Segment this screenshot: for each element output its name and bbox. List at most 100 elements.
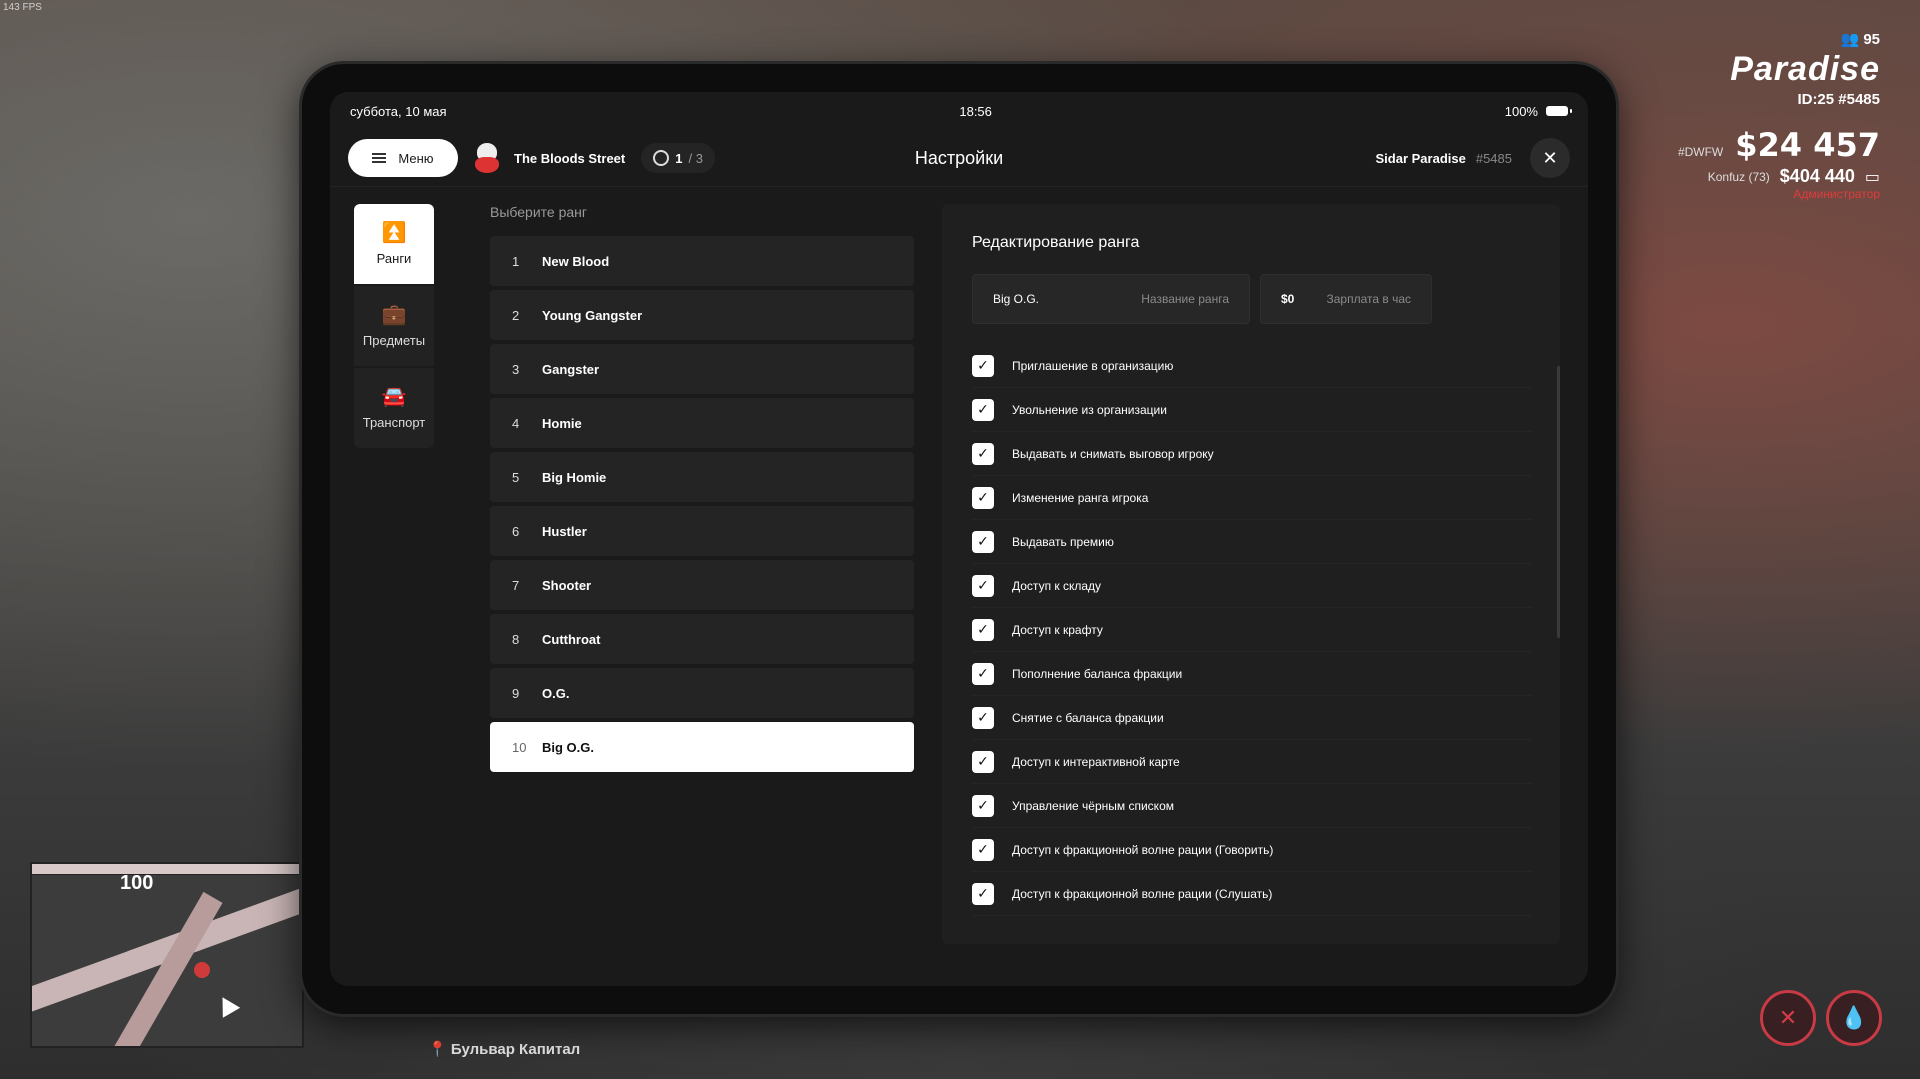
rank-number: 8 (512, 631, 520, 647)
rank-edit-panel: Редактирование ранга Big O.G. Название р… (942, 204, 1560, 944)
permission-list: ✓ Приглашение в организацию ✓ Увольнение из… (972, 344, 1532, 916)
rank-row[interactable]: 7 Shooter (490, 560, 914, 610)
rank-row[interactable]: 5 Big Homie (490, 452, 914, 502)
permission-checkbox[interactable]: ✓ (972, 750, 994, 773)
player-ids: ID:25 #5485 (1797, 91, 1880, 108)
edit-title: Редактирование ранга (972, 234, 1140, 251)
permission-checkbox[interactable]: ✓ (972, 354, 994, 377)
close-button[interactable]: ✕ (1530, 138, 1570, 178)
permission-label: Выдавать премию (1012, 534, 1114, 549)
menu-button[interactable]: Меню (348, 139, 458, 177)
nav-item-ranks[interactable]: ⏫ Ранги (354, 204, 434, 284)
rank-number: 4 (512, 415, 520, 431)
globe-icon (653, 150, 670, 166)
permission-checkbox[interactable]: ✓ (972, 706, 994, 729)
permission-checkbox[interactable]: ✓ (972, 618, 994, 641)
rank-row[interactable]: 4 Homie (490, 398, 914, 448)
bank-amount: $404 440 (1779, 166, 1855, 186)
permission-label: Доступ к складу (1012, 578, 1102, 593)
salary-input[interactable]: $0 Зарплата в час (1260, 274, 1432, 324)
tablet-screen: суббота, 10 мая 18:56 100% Меню The Bloo… (330, 92, 1588, 986)
player-role: Администратор (1793, 187, 1880, 201)
rank-list-label: Выберите ранг (490, 204, 587, 220)
card-icon: ▭ (1864, 168, 1880, 186)
permission-label: Приглашение в организацию (1012, 358, 1174, 373)
rank-row[interactable]: 10 Big O.G. (490, 722, 914, 772)
hud-stats: 👥 95 Paradise ID:25 #5485 #DWFW $24 457 … (1678, 30, 1880, 201)
nav-item-items[interactable]: 💼 Предметы (354, 286, 434, 366)
rank-row[interactable]: 8 Cutthroat (490, 614, 914, 664)
permission-label: Доступ к крафту (1012, 622, 1103, 637)
cash-amount: $24 457 (1735, 126, 1880, 164)
tablet: суббота, 10 мая 18:56 100% Меню The Bloo… (302, 64, 1616, 1014)
rank-name: O.G. (542, 685, 570, 701)
permission-checkbox[interactable]: ✓ (972, 882, 994, 905)
permission-row: ✓ Увольнение из организации (972, 388, 1532, 432)
permission-row: ✓ Снятие с баланса фракции (972, 696, 1532, 740)
permission-row: ✓ Доступ к крафту (972, 608, 1532, 652)
permission-checkbox[interactable]: ✓ (972, 794, 994, 817)
rank-name-input[interactable]: Big O.G. Название ранга (972, 274, 1250, 324)
permission-row: ✓ Пополнение баланса фракции (972, 652, 1532, 696)
permission-label: Доступ к фракционной волне рации (Говори… (1012, 842, 1274, 857)
rank-number: 9 (512, 685, 520, 701)
rank-number: 2 (512, 307, 520, 323)
hamburger-icon (372, 153, 387, 163)
rank-row[interactable]: 3 Gangster (490, 344, 914, 394)
rank-number: 7 (512, 577, 520, 593)
scrollbar[interactable] (1557, 366, 1560, 638)
rank-row[interactable]: 9 O.G. (490, 668, 914, 718)
rank-list: Выберите ранг 1 New Blood 2 Young Gangster 3… (490, 204, 914, 776)
permission-checkbox[interactable]: ✓ (972, 574, 994, 597)
permission-row: ✓ Управление чёрным списком (972, 784, 1532, 828)
status-date: суббота, 10 мая (350, 103, 447, 119)
rank-row[interactable]: 2 Young Gangster (490, 290, 914, 340)
side-nav: ⏫ Ранги 💼 Предметы 🚘 Транспорт (354, 204, 434, 450)
gang-blip-icon (194, 962, 210, 978)
fps-counter: 143 FPS (3, 2, 42, 13)
player-arrow-icon (213, 992, 241, 1018)
rank-name: Big O.G. (542, 739, 594, 755)
rank-number: 6 (512, 523, 520, 539)
org-pager[interactable]: 1 / 3 (641, 143, 715, 173)
thirst-icon: 💧 (1826, 990, 1882, 1046)
rank-name: Big Homie (542, 469, 607, 485)
permission-checkbox[interactable]: ✓ (972, 398, 994, 421)
battery-icon (1545, 106, 1572, 116)
permission-label: Изменение ранга игрока (1012, 490, 1149, 505)
street-name: 📍 Бульвар Капитал (428, 1041, 581, 1058)
nav-item-transport[interactable]: 🚘 Транспорт (354, 368, 434, 448)
permission-checkbox[interactable]: ✓ (972, 662, 994, 685)
rank-row[interactable]: 6 Hustler (490, 506, 914, 556)
permission-row: ✓ Доступ к складу (972, 564, 1532, 608)
rank-name: Cutthroat (542, 631, 601, 647)
permission-label: Пополнение баланса фракции (1012, 666, 1183, 681)
battery: 100% (1505, 104, 1572, 119)
rank-name: Young Gangster (542, 307, 643, 323)
status-bar: суббота, 10 мая 18:56 100% (330, 92, 1588, 130)
permission-row: ✓ Доступ к интерактивной карте (972, 740, 1532, 784)
org-name: The Bloods Street (514, 150, 626, 166)
hunger-icon: ✕ (1760, 990, 1816, 1046)
chevrons-up-icon: ⏫ (381, 221, 407, 244)
permission-checkbox[interactable]: ✓ (972, 442, 994, 465)
permission-label: Доступ к фракционной волне рации (Слушат… (1012, 886, 1273, 901)
rank-number: 10 (512, 739, 527, 755)
app-header: Меню The Bloods Street 1 / 3 Настройки S… (330, 130, 1588, 187)
permission-row: ✓ Приглашение в организацию (972, 344, 1532, 388)
permission-label: Управление чёрным списком (1012, 798, 1174, 813)
permission-checkbox[interactable]: ✓ (972, 530, 994, 553)
rank-name: Hustler (542, 523, 587, 539)
permission-checkbox[interactable]: ✓ (972, 838, 994, 861)
permission-row: ✓ Изменение ранга игрока (972, 476, 1532, 520)
rank-number: 3 (512, 361, 520, 377)
permission-row: ✓ Доступ к фракционной волне рации (Говор… (972, 828, 1532, 872)
permission-checkbox[interactable]: ✓ (972, 486, 994, 509)
permission-label: Снятие с баланса фракции (1012, 710, 1164, 725)
permission-label: Доступ к интерактивной карте (1012, 754, 1180, 769)
player-name: Konfuz (73) (1707, 169, 1770, 184)
rank-name: Homie (542, 415, 582, 431)
rank-row[interactable]: 1 New Blood (490, 236, 914, 286)
org-logo-icon (474, 141, 500, 175)
server-logo: Paradise (1730, 50, 1880, 88)
